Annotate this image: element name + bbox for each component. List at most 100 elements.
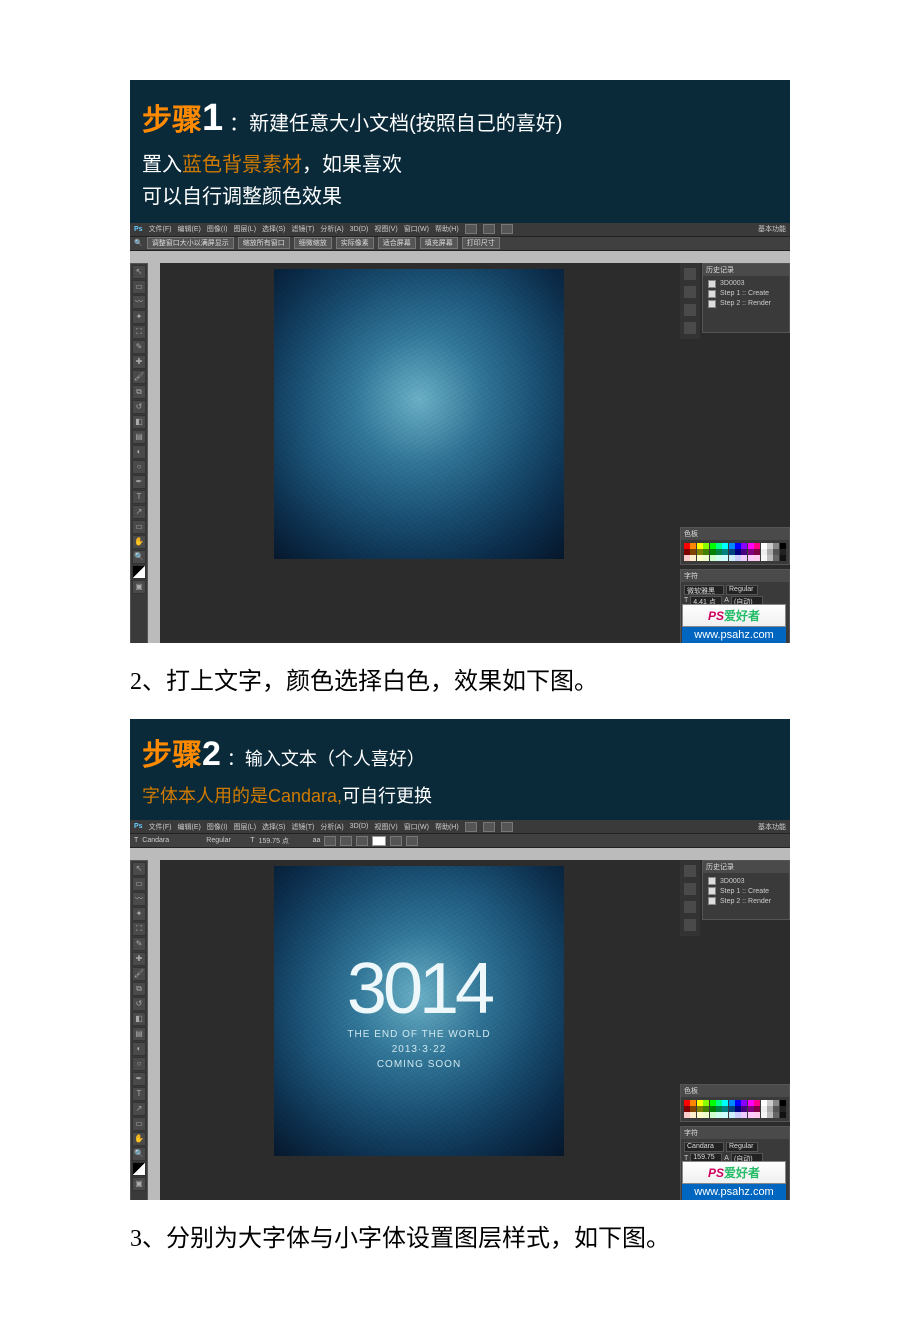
char-weight-select[interactable]: Regular	[726, 1142, 758, 1152]
mb-icon[interactable]	[465, 224, 477, 234]
char-font-select[interactable]: Candara	[684, 1142, 724, 1152]
align-right-icon[interactable]	[356, 836, 368, 846]
history-row[interactable]: Step 1 :: Create	[706, 886, 786, 896]
menu-item[interactable]: 分析(A)	[320, 224, 343, 234]
crop-tool-icon[interactable]: ⛶	[132, 325, 146, 339]
wand-tool-icon[interactable]: ✦	[132, 907, 146, 921]
menu-item[interactable]: 图层(L)	[233, 224, 256, 234]
warp-text-icon[interactable]	[390, 836, 402, 846]
opt-btn[interactable]: 细微缩放	[294, 237, 332, 249]
eraser-tool-icon[interactable]: ◧	[132, 1012, 146, 1026]
lasso-tool-icon[interactable]: 〰	[132, 295, 146, 309]
menu-item[interactable]: 文件(F)	[149, 224, 172, 234]
panel-icon[interactable]	[683, 303, 697, 317]
mb-icon[interactable]	[501, 224, 513, 234]
menu-item[interactable]: 文件(F)	[149, 822, 172, 832]
gradient-tool-icon[interactable]: ▤	[132, 1027, 146, 1041]
blur-tool-icon[interactable]: ◐	[132, 445, 146, 459]
history-row[interactable]: Step 1 :: Create	[706, 289, 786, 299]
stamp-tool-icon[interactable]: ⧉	[132, 982, 146, 996]
align-center-icon[interactable]	[340, 836, 352, 846]
canvas-area[interactable]: 3014 THE END OF THE WORLD 2013·3·22 COMI…	[160, 860, 678, 1200]
history-row[interactable]: 3D0003	[706, 876, 786, 886]
history-row[interactable]: Step 2 :: Render	[706, 896, 786, 906]
wand-tool-icon[interactable]: ✦	[132, 310, 146, 324]
char-font-select[interactable]: 微软雅黑	[684, 585, 724, 595]
workspace-label[interactable]: 基本功能	[758, 822, 786, 832]
opt-btn[interactable]: 打印尺寸	[462, 237, 500, 249]
menu-item[interactable]: 视图(V)	[374, 224, 397, 234]
color-swap-icon[interactable]	[132, 1162, 146, 1176]
menu-item[interactable]: 窗口(W)	[404, 822, 429, 832]
opt-weight-select[interactable]: Regular	[206, 837, 246, 844]
char-panel-icon[interactable]	[406, 836, 418, 846]
char-weight-select[interactable]: Regular	[726, 585, 758, 595]
quickmask-tool-icon[interactable]: ▣	[132, 580, 146, 594]
panel-icon[interactable]	[683, 864, 697, 878]
history-brush-tool-icon[interactable]: ↺	[132, 997, 146, 1011]
type-tool-icon[interactable]: T	[134, 837, 138, 844]
swatches-grid[interactable]	[684, 1100, 786, 1118]
eyedropper-tool-icon[interactable]: ✎	[132, 340, 146, 354]
menu-item[interactable]: 窗口(W)	[404, 224, 429, 234]
type-tool-icon[interactable]: T	[132, 1087, 146, 1101]
shape-tool-icon[interactable]: ▭	[132, 520, 146, 534]
menu-item[interactable]: 帮助(H)	[435, 224, 459, 234]
pen-tool-icon[interactable]: ✒	[132, 475, 146, 489]
dodge-tool-icon[interactable]: ○	[132, 1057, 146, 1071]
quickmask-tool-icon[interactable]: ▣	[132, 1177, 146, 1191]
path-tool-icon[interactable]: ↗	[132, 1102, 146, 1116]
menu-item[interactable]: 滤镜(T)	[291, 224, 314, 234]
mb-icon[interactable]	[483, 224, 495, 234]
menu-item[interactable]: 3D(D)	[350, 823, 369, 830]
opt-btn[interactable]: 实际像素	[336, 237, 374, 249]
mb-icon[interactable]	[501, 822, 513, 832]
panel-icon[interactable]	[683, 882, 697, 896]
pen-tool-icon[interactable]: ✒	[132, 1072, 146, 1086]
align-left-icon[interactable]	[324, 836, 336, 846]
menu-item[interactable]: 选择(S)	[262, 224, 285, 234]
opt-size-select[interactable]: 159.75 点	[259, 836, 309, 846]
menu-item[interactable]: 图像(I)	[207, 224, 228, 234]
menu-item[interactable]: 滤镜(T)	[291, 822, 314, 832]
shape-tool-icon[interactable]: ▭	[132, 1117, 146, 1131]
mb-icon[interactable]	[483, 822, 495, 832]
brush-tool-icon[interactable]: 🖌	[132, 967, 146, 981]
crop-tool-icon[interactable]: ⛶	[132, 922, 146, 936]
path-tool-icon[interactable]: ↗	[132, 505, 146, 519]
opt-font-select[interactable]: Candara	[142, 837, 202, 844]
menu-item[interactable]: 选择(S)	[262, 822, 285, 832]
canvas-area[interactable]	[160, 263, 678, 643]
color-swap-icon[interactable]	[132, 565, 146, 579]
marquee-tool-icon[interactable]: ▭	[132, 280, 146, 294]
history-row[interactable]: 3D0003	[706, 279, 786, 289]
history-brush-tool-icon[interactable]: ↺	[132, 400, 146, 414]
panel-icon[interactable]	[683, 285, 697, 299]
workspace-label[interactable]: 基本功能	[758, 224, 786, 234]
menu-item[interactable]: 编辑(E)	[178, 822, 201, 832]
brush-tool-icon[interactable]: 🖌	[132, 370, 146, 384]
menu-item[interactable]: 分析(A)	[320, 822, 343, 832]
lasso-tool-icon[interactable]: 〰	[132, 892, 146, 906]
move-tool-icon[interactable]: ↖	[132, 862, 146, 876]
move-tool-icon[interactable]: ↖	[132, 265, 146, 279]
mb-icon[interactable]	[465, 822, 477, 832]
stamp-tool-icon[interactable]: ⧉	[132, 385, 146, 399]
menu-item[interactable]: 视图(V)	[374, 822, 397, 832]
panel-icon[interactable]	[683, 267, 697, 281]
heal-tool-icon[interactable]: ✚	[132, 952, 146, 966]
menu-item[interactable]: 帮助(H)	[435, 822, 459, 832]
heal-tool-icon[interactable]: ✚	[132, 355, 146, 369]
text-color-swatch[interactable]	[372, 836, 386, 846]
hand-tool-icon[interactable]: ✋	[132, 535, 146, 549]
opt-btn[interactable]: 填充屏幕	[420, 237, 458, 249]
history-row[interactable]: Step 2 :: Render	[706, 299, 786, 309]
zoom-tool-icon[interactable]: 🔍	[132, 1147, 146, 1161]
swatches-grid[interactable]	[684, 543, 786, 561]
eyedropper-tool-icon[interactable]: ✎	[132, 937, 146, 951]
panel-icon[interactable]	[683, 900, 697, 914]
hand-tool-icon[interactable]: ✋	[132, 1132, 146, 1146]
opt-btn[interactable]: 适合屏幕	[378, 237, 416, 249]
type-tool-icon[interactable]: T	[132, 490, 146, 504]
opt-btn[interactable]: 调整窗口大小以满屏显示	[147, 237, 234, 249]
